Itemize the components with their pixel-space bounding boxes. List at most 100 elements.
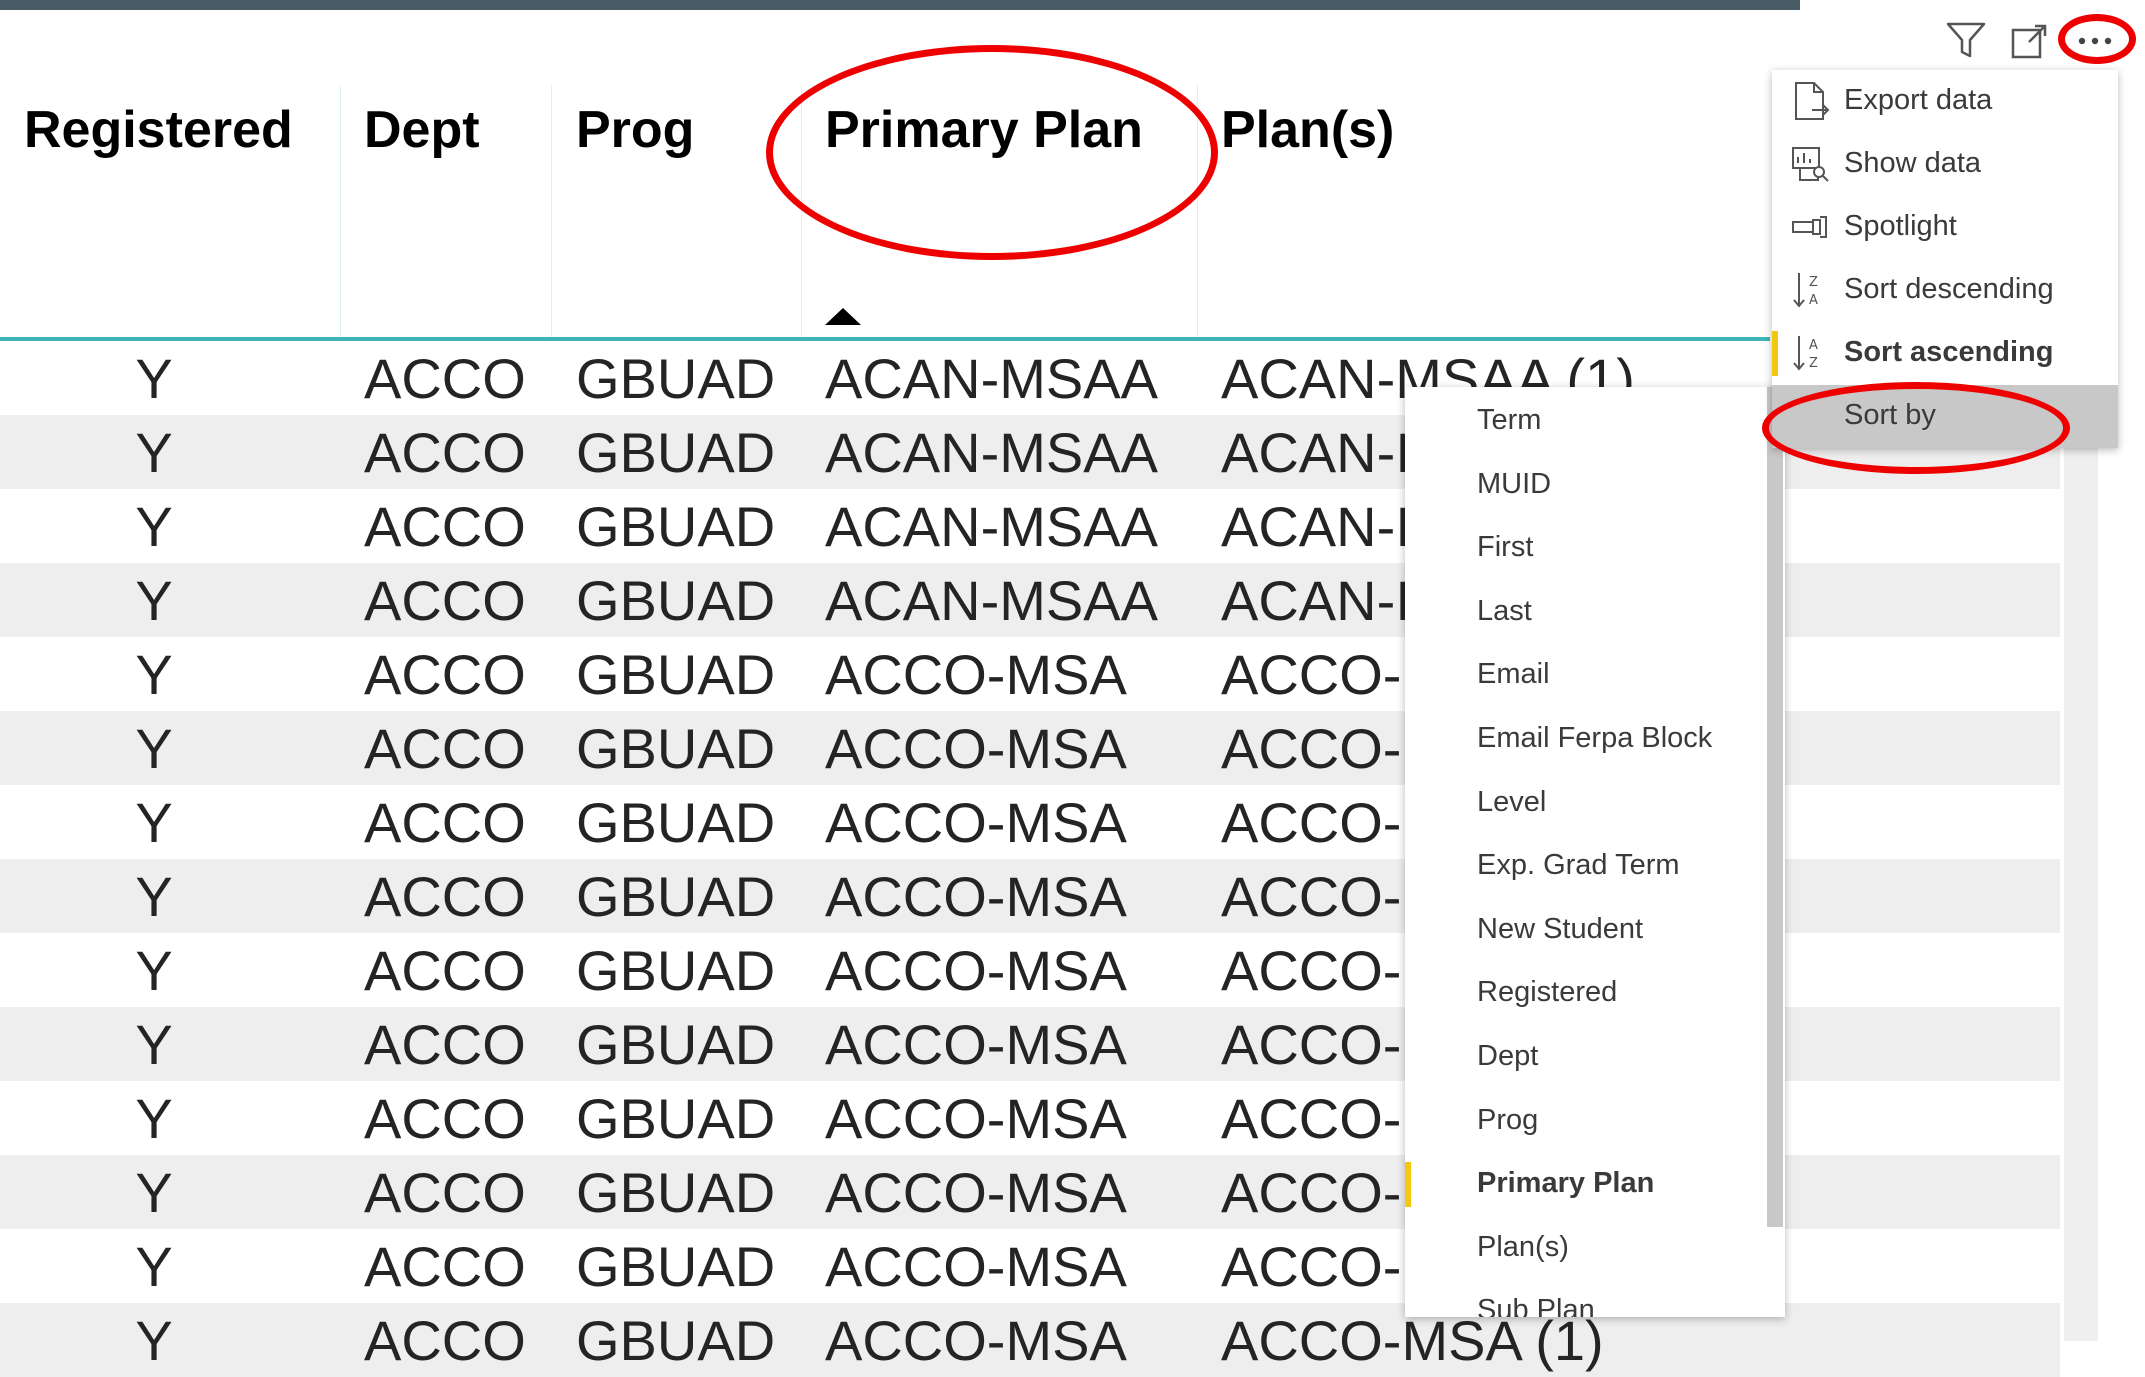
cell-prog: GBUAD xyxy=(576,1013,776,1076)
sort-by-item-label: Primary Plan xyxy=(1477,1167,1655,1200)
cell-primary-plan: ACAN-MSAA xyxy=(825,421,1158,484)
focus-mode-icon[interactable] xyxy=(2010,22,2050,60)
cell-primary-plan: ACCO-MSA xyxy=(825,1087,1127,1150)
cell-plans: ACCO- xyxy=(1221,717,1402,780)
cell-registered: Y xyxy=(135,1013,173,1076)
cell-primary-plan: ACCO-MSA xyxy=(825,717,1127,780)
menu-item-label: Sort ascending xyxy=(1844,336,2054,368)
cell-plans: ACCO- xyxy=(1221,865,1402,928)
cell-primary-plan: ACCO-MSA xyxy=(825,791,1127,854)
cell-registered: Y xyxy=(135,717,173,780)
cell-dept: ACCO xyxy=(364,643,526,706)
cell-dept: ACCO xyxy=(364,347,526,410)
sort-by-item-label: Email xyxy=(1477,658,1550,691)
sort-by-item-label: Level xyxy=(1477,785,1547,818)
sort-by-item-label: Sub Plan xyxy=(1477,1294,1595,1317)
selected-indicator xyxy=(1405,1162,1411,1208)
sort-by-item-label: New Student xyxy=(1477,912,1644,945)
sort-by-item[interactable]: Term xyxy=(1405,390,1765,453)
cell-registered: Y xyxy=(135,1309,173,1372)
menu-item-sort-ascending[interactable]: A Z Sort ascending xyxy=(1772,322,2118,385)
sort-by-item[interactable]: Prog xyxy=(1405,1090,1765,1153)
svg-text:Z: Z xyxy=(1809,356,1818,371)
menu-item-sort-descending[interactable]: Z A Sort descending xyxy=(1772,259,2118,322)
cell-primary-plan: ACCO-MSA xyxy=(825,1309,1127,1372)
column-header-dept[interactable]: Dept xyxy=(364,100,480,160)
sort-by-item[interactable]: Level xyxy=(1405,772,1765,835)
cell-registered: Y xyxy=(135,1087,173,1150)
cell-registered: Y xyxy=(135,865,173,928)
cell-registered: Y xyxy=(135,643,173,706)
sort-by-item[interactable]: Plan(s) xyxy=(1405,1217,1765,1280)
menu-item-label: Export data xyxy=(1844,84,1993,116)
sort-by-item[interactable]: Dept xyxy=(1405,1026,1765,1089)
submenu-scrollbar[interactable] xyxy=(1767,387,1783,1227)
cell-prog: GBUAD xyxy=(576,347,776,410)
annotation-circle-sort-by xyxy=(1762,382,2070,474)
menu-item-label: Spotlight xyxy=(1844,210,1957,242)
sort-by-item-label: Term xyxy=(1477,404,1542,436)
cell-dept: ACCO xyxy=(364,865,526,928)
cell-registered: Y xyxy=(135,569,173,632)
cell-plans: ACCO- xyxy=(1221,939,1402,1002)
sort-by-item[interactable]: New Student xyxy=(1405,899,1765,962)
sort-by-item-label: Registered xyxy=(1477,976,1618,1009)
sort-ascending-indicator-icon xyxy=(825,308,861,325)
sort-by-item-label: Plan(s) xyxy=(1477,1230,1569,1263)
sort-by-item[interactable]: Email Ferpa Block xyxy=(1405,708,1765,771)
menu-item-spotlight[interactable]: Spotlight xyxy=(1772,196,2118,259)
sort-by-item[interactable]: Last xyxy=(1405,581,1765,644)
sort-by-item[interactable]: First xyxy=(1405,517,1765,580)
cell-dept: ACCO xyxy=(364,495,526,558)
sort-by-item[interactable]: Email xyxy=(1405,644,1765,707)
menu-item-label: Sort descending xyxy=(1844,273,2054,305)
cell-plans: ACCO- xyxy=(1221,643,1402,706)
cell-registered: Y xyxy=(135,1161,173,1224)
visual-scroll-track xyxy=(2064,440,2098,1341)
cell-plans: ACCO- xyxy=(1221,1161,1402,1224)
sort-by-item[interactable]: Registered xyxy=(1405,962,1765,1025)
visual-top-border xyxy=(0,0,1800,10)
selected-indicator xyxy=(1772,331,1778,376)
sort-by-item-label: Last xyxy=(1477,594,1532,627)
cell-primary-plan: ACCO-MSA xyxy=(825,865,1127,928)
cell-plans: ACAN-I xyxy=(1221,421,1411,484)
cell-prog: GBUAD xyxy=(576,865,776,928)
cell-dept: ACCO xyxy=(364,1309,526,1372)
cell-prog: GBUAD xyxy=(576,1235,776,1298)
sort-by-item[interactable]: Primary Plan xyxy=(1405,1153,1765,1216)
sort-by-item-label: First xyxy=(1477,531,1534,564)
sort-by-item[interactable]: Exp. Grad Term xyxy=(1405,835,1765,898)
cell-prog: GBUAD xyxy=(576,495,776,558)
sort-by-item[interactable]: Sub Plan xyxy=(1405,1280,1765,1317)
cell-prog: GBUAD xyxy=(576,1309,776,1372)
menu-item-show-data[interactable]: Show data xyxy=(1772,133,2118,196)
cell-plans: ACCO- xyxy=(1221,1235,1402,1298)
cell-dept: ACCO xyxy=(364,1013,526,1076)
cell-dept: ACCO xyxy=(364,1235,526,1298)
cell-plans: ACAN-I xyxy=(1221,495,1411,558)
show-data-icon xyxy=(1792,147,1829,182)
column-divider xyxy=(551,85,552,337)
cell-dept: ACCO xyxy=(364,939,526,1002)
cell-prog: GBUAD xyxy=(576,1087,776,1150)
cell-registered: Y xyxy=(135,939,173,1002)
cell-prog: GBUAD xyxy=(576,643,776,706)
cell-prog: GBUAD xyxy=(576,717,776,780)
cell-primary-plan: ACCO-MSA xyxy=(825,939,1127,1002)
cell-dept: ACCO xyxy=(364,1087,526,1150)
column-header-plans[interactable]: Plan(s) xyxy=(1221,100,1394,160)
svg-text:Z: Z xyxy=(1809,275,1818,290)
column-header-registered[interactable]: Registered xyxy=(24,100,293,160)
cell-primary-plan: ACCO-MSA xyxy=(825,1161,1127,1224)
cell-primary-plan: ACCO-MSA xyxy=(825,1013,1127,1076)
svg-text:A: A xyxy=(1809,338,1818,353)
menu-item-export-data[interactable]: Export data xyxy=(1772,70,2118,133)
cell-prog: GBUAD xyxy=(576,1161,776,1224)
sort-by-item[interactable]: MUID xyxy=(1405,454,1765,517)
filter-icon[interactable] xyxy=(1945,20,1987,60)
cell-plans: ACCO-MSA (1) xyxy=(1221,1309,1604,1372)
cell-plans: ACCO- xyxy=(1221,1087,1402,1150)
column-header-prog[interactable]: Prog xyxy=(576,100,694,160)
sort-descending-icon: Z A xyxy=(1793,273,1818,308)
